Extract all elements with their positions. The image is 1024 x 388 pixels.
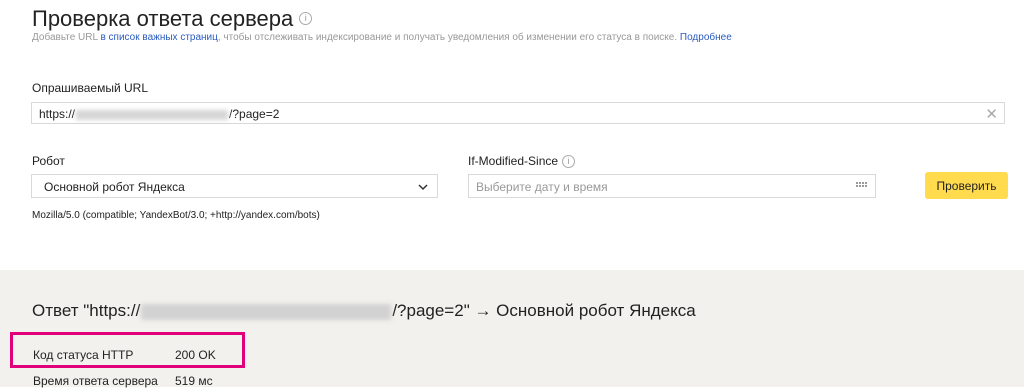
important-pages-link[interactable]: в список важных страниц [100,32,217,43]
info-icon[interactable]: i [562,155,576,169]
result-heading-prefix: Ответ "https:// [32,301,141,320]
user-agent-text: Mozilla/5.0 (compatible; YandexBot/3.0; … [32,210,320,221]
page-subtitle: Добавьте URL в список важных страниц, чт… [32,32,732,43]
check-button[interactable]: Проверить [925,172,1008,199]
chevron-down-icon [417,180,429,198]
response-time-value: 519 мс [175,374,213,388]
info-icon[interactable]: i [299,11,313,25]
response-time-label: Время ответа сервера [33,374,158,388]
result-section [0,270,1024,387]
clear-icon[interactable]: ✕ [985,105,998,123]
calendar-icon[interactable] [856,182,867,187]
url-suffix: /?page=2 [229,107,280,121]
redacted-url-blur [76,109,229,120]
robot-select[interactable]: Основной робот Яндекса [31,174,438,198]
result-heading: Ответ "https:// /?page=2" → Основной робо… [32,301,696,321]
date-time-placeholder: Выберите дату и время [476,180,608,194]
if-modified-since-label: If-Modified-Since i [468,154,576,169]
date-time-input[interactable]: Выберите дату и время [468,174,876,198]
url-input-value: https:// /?page=2 [39,107,279,121]
robot-select-value: Основной робот Яндекса [44,180,185,194]
url-input[interactable]: https:// /?page=2 ✕ [31,102,1005,124]
subtitle-prefix: Добавьте URL [32,32,101,43]
result-heading-suffix: /?page=2" → Основной робот Яндекса [392,301,696,320]
if-modified-since-label-text: If-Modified-Since [468,154,559,168]
url-prefix: https:// [39,107,76,121]
robot-label: Робот [32,154,65,168]
page-title: Проверка ответа сервера i [32,6,313,32]
url-field-label: Опрашиваемый URL [32,81,149,95]
status-code-label: Код статуса HTTP [33,348,134,362]
redacted-url-blur [141,303,392,320]
subtitle-middle: , чтобы отслеживать индексирование и пол… [217,32,680,43]
status-code-value: 200 OK [175,348,216,362]
more-link[interactable]: Подробнее [680,32,732,43]
page-title-text: Проверка ответа сервера [32,6,294,31]
